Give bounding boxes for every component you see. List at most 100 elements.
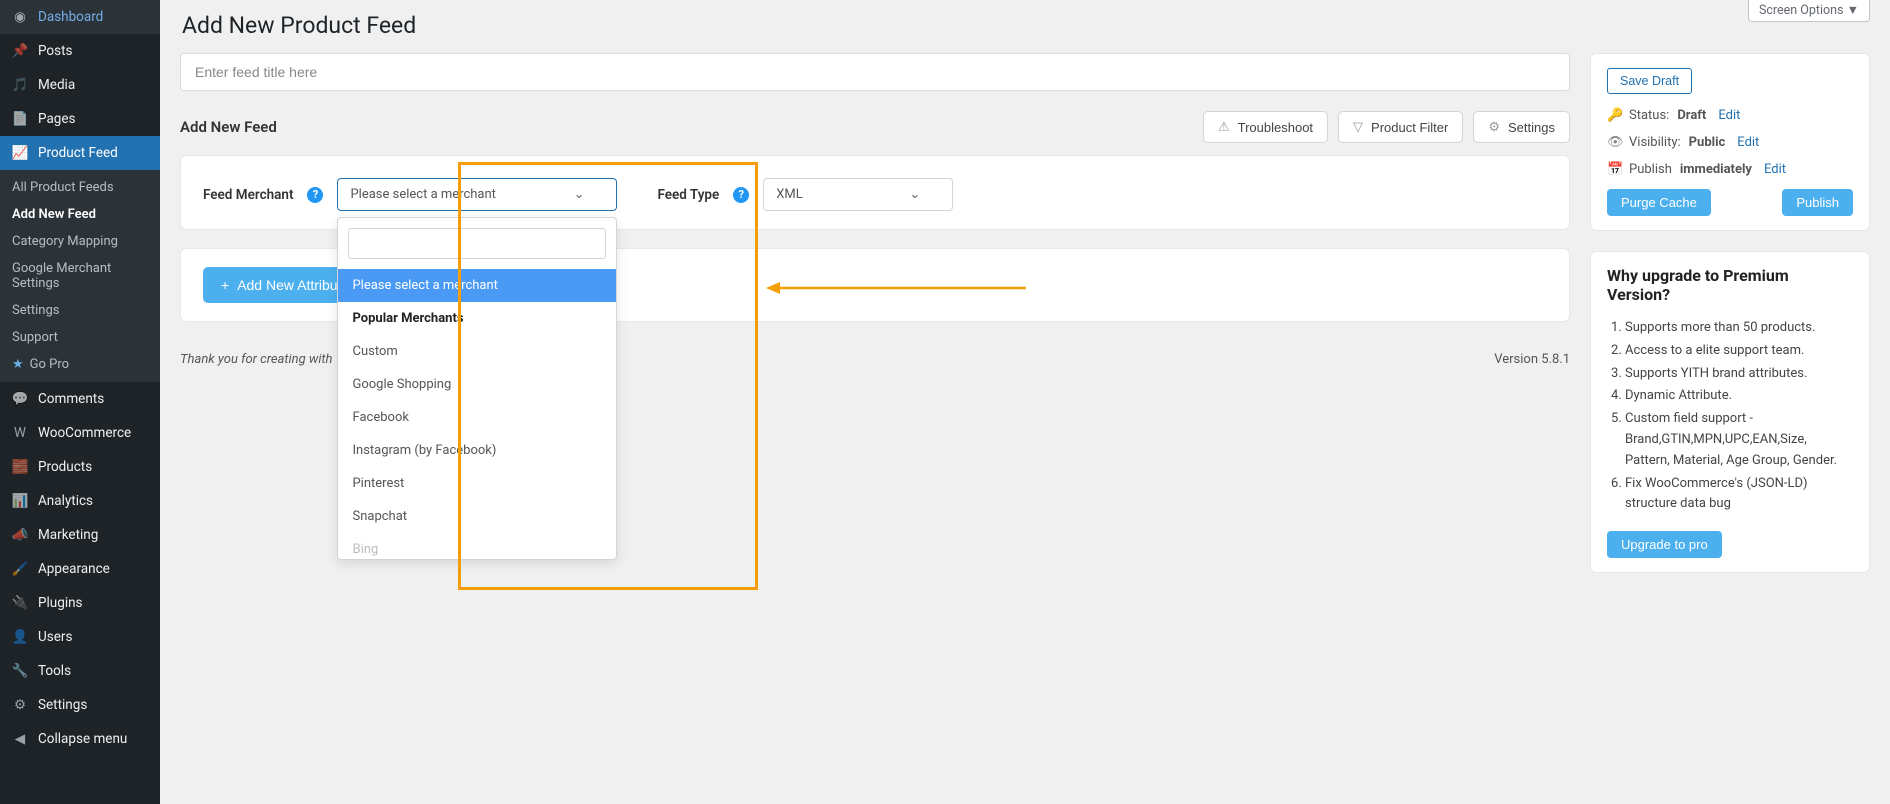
sidebar-submenu: All Product Feeds Add New Feed Category … xyxy=(0,170,160,382)
sidebar-item-product-feed[interactable]: 📈Product Feed xyxy=(0,136,160,170)
dashboard-icon: ◉ xyxy=(10,7,30,27)
dropdown-item[interactable]: Custom xyxy=(338,335,616,368)
premium-item: Access to a elite support team. xyxy=(1625,341,1853,362)
sidebar-item-analytics[interactable]: 📊Analytics xyxy=(0,484,160,518)
help-icon[interactable]: ? xyxy=(733,187,749,203)
appearance-icon: 🖌️ xyxy=(10,559,30,579)
filter-icon: ▽ xyxy=(1353,119,1363,135)
collapse-icon: ◀ xyxy=(10,729,30,749)
sidebar-item-tools[interactable]: 🔧Tools xyxy=(0,654,160,688)
merchant-dropdown: Please select a merchant Popular Merchan… xyxy=(337,217,617,560)
publish-button[interactable]: Publish xyxy=(1782,189,1853,216)
left-column: Add New Feed ⚠Troubleshoot ▽Product Filt… xyxy=(180,53,1570,367)
eye-icon: 👁 xyxy=(1607,135,1621,150)
feedtype-select[interactable]: XML ⌄ xyxy=(763,178,953,211)
admin-sidebar: ◉Dashboard 📌Posts 🎵Media 📄Pages 📈Product… xyxy=(0,0,160,804)
page-title: Add New Product Feed xyxy=(182,12,1870,39)
dropdown-item-placeholder[interactable]: Please select a merchant xyxy=(338,269,616,302)
plus-icon: + xyxy=(221,277,229,293)
plugins-icon: 🔌 xyxy=(10,593,30,613)
sidebar-item-plugins[interactable]: 🔌Plugins xyxy=(0,586,160,620)
visibility-row: 👁 Visibility: Public Edit xyxy=(1607,135,1853,150)
premium-list: Supports more than 50 products. Access t… xyxy=(1607,318,1853,515)
panel-actions: ⚠Troubleshoot ▽Product Filter ⚙Settings xyxy=(1203,111,1570,143)
sidebar-item-settings[interactable]: ⚙Settings xyxy=(0,688,160,722)
upgrade-button[interactable]: Upgrade to pro xyxy=(1607,531,1722,558)
settings-button[interactable]: ⚙Settings xyxy=(1473,111,1570,143)
pages-icon: 📄 xyxy=(10,109,30,129)
premium-item: Dynamic Attribute. xyxy=(1625,386,1853,407)
troubleshoot-button[interactable]: ⚠Troubleshoot xyxy=(1203,111,1328,143)
merchant-label: Feed Merchant xyxy=(203,187,293,203)
settings-icon: ⚙ xyxy=(10,695,30,715)
main-content: Screen Options ▼ Add New Product Feed Ad… xyxy=(160,0,1890,804)
merchant-dropdown-list[interactable]: Please select a merchant Popular Merchan… xyxy=(338,269,616,559)
dropdown-item[interactable]: Facebook xyxy=(338,401,616,434)
sidebar-item-appearance[interactable]: 🖌️Appearance xyxy=(0,552,160,586)
dropdown-item[interactable]: Google Shopping xyxy=(338,368,616,401)
feed-title-input[interactable] xyxy=(180,53,1570,91)
chevron-down-icon: ⌄ xyxy=(909,187,920,202)
panel-title: Add New Feed xyxy=(180,118,277,136)
right-column: Save Draft 🔑 Status: Draft Edit 👁 Visibi… xyxy=(1590,53,1870,593)
product-filter-button[interactable]: ▽Product Filter xyxy=(1338,111,1463,143)
annotation-arrow xyxy=(766,278,1026,298)
dropdown-item[interactable]: Instagram (by Facebook) xyxy=(338,434,616,467)
merchant-search-input[interactable] xyxy=(348,228,606,259)
tools-icon: 🔧 xyxy=(10,661,30,681)
status-row: 🔑 Status: Draft Edit xyxy=(1607,108,1853,123)
calendar-icon: 📅 xyxy=(1607,162,1621,177)
sidebar-sub-add-new[interactable]: Add New Feed xyxy=(0,201,160,228)
premium-item: Fix WooCommerce's (JSON-LD) structure da… xyxy=(1625,474,1853,516)
merchant-select[interactable]: Please select a merchant ⌄ Please select… xyxy=(337,178,617,211)
edit-schedule-link[interactable]: Edit xyxy=(1764,162,1786,177)
version-text: Version 5.8.1 xyxy=(1494,352,1570,367)
sidebar-sub-support[interactable]: Support xyxy=(0,324,160,351)
sidebar-item-dashboard[interactable]: ◉Dashboard xyxy=(0,0,160,34)
screen-options-toggle[interactable]: Screen Options ▼ xyxy=(1748,0,1870,22)
sidebar-sub-gmerchant[interactable]: Google Merchant Settings xyxy=(0,255,160,297)
pin-icon: 📌 xyxy=(10,41,30,61)
dropdown-item[interactable]: Pinterest xyxy=(338,467,616,500)
save-draft-button[interactable]: Save Draft xyxy=(1607,68,1692,94)
edit-visibility-link[interactable]: Edit xyxy=(1737,135,1759,150)
gear-icon: ⚙ xyxy=(1488,119,1500,135)
premium-item: Custom field support - Brand,GTIN,MPN,UP… xyxy=(1625,409,1853,471)
comments-icon: 💬 xyxy=(10,389,30,409)
sidebar-sub-all-feeds[interactable]: All Product Feeds xyxy=(0,174,160,201)
purge-cache-button[interactable]: Purge Cache xyxy=(1607,189,1711,216)
users-icon: 👤 xyxy=(10,627,30,647)
sidebar-sub-category[interactable]: Category Mapping xyxy=(0,228,160,255)
analytics-icon: 📊 xyxy=(10,491,30,511)
premium-box: Why upgrade to Premium Version? Supports… xyxy=(1590,251,1870,573)
marketing-icon: 📣 xyxy=(10,525,30,545)
sidebar-item-collapse[interactable]: ◀Collapse menu xyxy=(0,722,160,756)
woocommerce-icon: W xyxy=(10,423,30,443)
media-icon: 🎵 xyxy=(10,75,30,95)
dropdown-item[interactable]: Bing xyxy=(338,533,616,559)
sidebar-item-woocommerce[interactable]: WWooCommerce xyxy=(0,416,160,450)
sidebar-sub-settings[interactable]: Settings xyxy=(0,297,160,324)
schedule-row: 📅 Publish immediately Edit xyxy=(1607,162,1853,177)
feedtype-label: Feed Type xyxy=(657,187,719,203)
sidebar-item-media[interactable]: 🎵Media xyxy=(0,68,160,102)
premium-item: Supports YITH brand attributes. xyxy=(1625,364,1853,385)
sidebar-item-pages[interactable]: 📄Pages xyxy=(0,102,160,136)
feedtype-select-value: XML xyxy=(776,187,803,202)
sidebar-sub-gopro[interactable]: ★Go Pro xyxy=(0,351,160,378)
star-icon: ★ xyxy=(12,357,24,372)
dropdown-item[interactable]: Snapchat xyxy=(338,500,616,533)
sidebar-item-products[interactable]: 🧱Products xyxy=(0,450,160,484)
sidebar-item-comments[interactable]: 💬Comments xyxy=(0,382,160,416)
help-icon[interactable]: ? xyxy=(307,187,323,203)
warning-icon: ⚠ xyxy=(1218,119,1230,135)
dropdown-group-popular: Popular Merchants xyxy=(338,302,616,335)
premium-item: Supports more than 50 products. xyxy=(1625,318,1853,339)
product-feed-icon: 📈 xyxy=(10,143,30,163)
edit-status-link[interactable]: Edit xyxy=(1718,108,1740,123)
merchant-select-value: Please select a merchant xyxy=(350,187,495,202)
sidebar-item-marketing[interactable]: 📣Marketing xyxy=(0,518,160,552)
sidebar-item-posts[interactable]: 📌Posts xyxy=(0,34,160,68)
publish-box: Save Draft 🔑 Status: Draft Edit 👁 Visibi… xyxy=(1590,53,1870,231)
sidebar-item-users[interactable]: 👤Users xyxy=(0,620,160,654)
